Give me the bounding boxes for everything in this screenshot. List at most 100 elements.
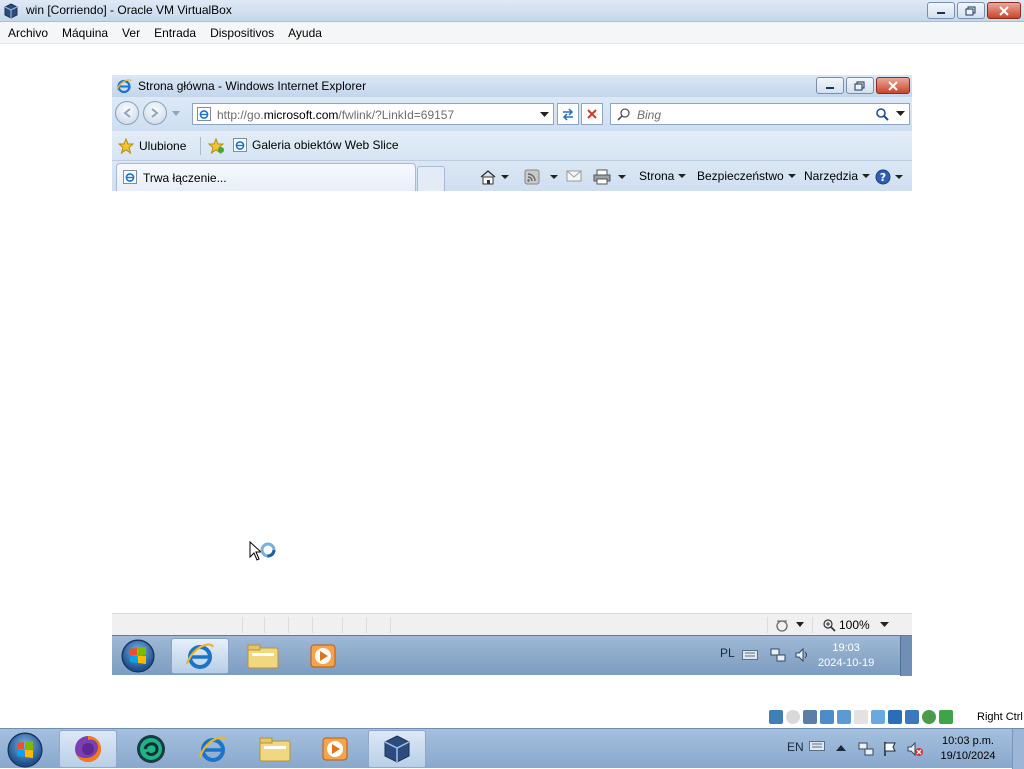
volume-icon[interactable] [794, 647, 810, 663]
ie-close-button[interactable] [876, 77, 910, 94]
compatibility-refresh-button[interactable] [557, 103, 579, 125]
close-icon [888, 80, 898, 91]
host-taskbar-windows-explorer[interactable] [246, 730, 304, 768]
host-taskbar-firefox[interactable] [59, 730, 117, 768]
zoom-control[interactable]: 100% [822, 618, 870, 632]
add-to-favorites-bar-icon[interactable] [208, 138, 226, 154]
hard-disk-icon[interactable] [769, 710, 783, 724]
status-cell [767, 617, 768, 633]
guest-clock[interactable]: 19:03 2024-10-19 [818, 641, 874, 671]
protected-mode-icon[interactable] [774, 617, 790, 633]
feeds-dropdown-icon[interactable] [550, 175, 558, 179]
display-icon[interactable] [871, 710, 885, 724]
chevron-down-icon [895, 175, 903, 179]
host-time: 10:03 p.m. [942, 735, 994, 747]
menu-ayuda[interactable]: Ayuda [282, 26, 328, 40]
volume-muted-icon[interactable] [906, 741, 924, 757]
optical-drive-icon[interactable] [786, 710, 800, 724]
web-slice-gallery-link[interactable]: Galeria obiektów Web Slice [233, 138, 399, 152]
address-url: http://go.microsoft.com/fwlink/?LinkId=6… [217, 108, 455, 122]
favorites-separator [200, 137, 201, 155]
action-center-flag-icon[interactable] [882, 741, 898, 757]
guest-screen[interactable]: Strona główna - Windows Internet Explore… [112, 75, 912, 676]
web-slice-gallery-label: Galeria obiektów Web Slice [252, 138, 399, 152]
tab-loading[interactable]: Trwa łączenie... [116, 163, 416, 191]
network-icon[interactable] [858, 741, 874, 757]
search-dropdown-icon[interactable] [896, 110, 905, 118]
home-dropdown-icon[interactable] [501, 175, 509, 179]
taskbar-media-player[interactable] [294, 638, 352, 674]
ie-navigation-bar: http://go.microsoft.com/fwlink/?LinkId=6… [112, 97, 912, 131]
forward-button[interactable] [143, 101, 167, 125]
host-language-indicator[interactable]: EN [787, 740, 804, 754]
menu-archivo[interactable]: Archivo [2, 26, 54, 40]
close-button[interactable] [987, 2, 1021, 19]
search-box[interactable]: Bing [610, 103, 910, 125]
ie-page-content[interactable] [112, 191, 912, 613]
print-button[interactable] [593, 169, 626, 185]
host-taskbar-virtualbox[interactable] [368, 730, 426, 768]
ie-minimize-button[interactable] [816, 77, 844, 94]
address-dropdown-icon[interactable] [540, 108, 549, 120]
keyboard-icon[interactable] [809, 741, 825, 751]
help-menu[interactable]: ? [875, 169, 903, 185]
history-dropdown-icon[interactable] [172, 111, 180, 117]
menu-dispositivos[interactable]: Dispositivos [204, 26, 280, 40]
address-bar[interactable]: http://go.microsoft.com/fwlink/?LinkId=6… [192, 103, 554, 125]
minimize-button[interactable] [927, 2, 955, 19]
network-adapter-icon[interactable] [820, 710, 834, 724]
guest-language-indicator[interactable]: PL [720, 646, 735, 660]
page-ie-icon [197, 107, 211, 121]
menu-entrada[interactable]: Entrada [148, 26, 202, 40]
mouse-integration-icon[interactable] [922, 710, 936, 724]
taskbar-windows-explorer[interactable] [234, 638, 292, 674]
chevron-down-icon [678, 174, 687, 178]
taskbar-internet-explorer[interactable] [171, 638, 229, 674]
host-show-desktop-button[interactable] [1012, 729, 1024, 769]
favorites-button[interactable]: Ulubione [118, 138, 186, 154]
stop-button[interactable] [581, 103, 603, 125]
green-circle-app-icon [137, 735, 165, 763]
shared-folders-icon[interactable] [854, 710, 868, 724]
print-dropdown-icon[interactable] [618, 175, 626, 179]
host-clock[interactable]: 10:03 p.m. 19/10/2024 [932, 734, 1004, 764]
ie-restore-button[interactable] [846, 77, 874, 94]
ie-status-bar: 100% [112, 613, 912, 635]
minimize-icon [937, 11, 945, 14]
protected-mode-dropdown-icon[interactable] [796, 622, 804, 628]
host-taskbar-internet-explorer[interactable] [184, 730, 242, 768]
start-orb-icon[interactable] [6, 731, 44, 769]
host-taskbar-media-player[interactable] [306, 730, 364, 768]
internet-explorer-icon [185, 643, 215, 669]
host-taskbar-green-app[interactable] [122, 730, 180, 768]
cpu-icon[interactable] [905, 710, 919, 724]
keyboard-icon[interactable] [742, 650, 758, 660]
menu-ver[interactable]: Ver [116, 26, 146, 40]
back-button[interactable] [115, 101, 139, 125]
zoom-magnifier-icon [823, 619, 836, 632]
search-go-icon[interactable] [875, 107, 889, 121]
guest-show-desktop-button[interactable] [900, 636, 912, 676]
tools-menu[interactable]: Narzędzia [804, 169, 871, 183]
home-icon [480, 170, 496, 185]
page-ie-icon [123, 170, 137, 184]
menu-maquina[interactable]: Máquina [56, 26, 114, 40]
host-key-icon[interactable] [939, 710, 953, 724]
page-menu[interactable]: Strona [639, 169, 687, 183]
usb-icon[interactable] [837, 710, 851, 724]
network-icon[interactable] [770, 647, 786, 663]
start-orb-icon[interactable] [120, 638, 156, 674]
restore-button[interactable] [957, 2, 985, 19]
video-capture-icon[interactable] [888, 710, 902, 724]
new-tab-button[interactable] [417, 166, 445, 191]
safety-menu[interactable]: Bezpieczeństwo [697, 169, 796, 183]
page-ie-icon [233, 138, 247, 152]
audio-icon[interactable] [803, 710, 817, 724]
vbox-status-bar: Right Ctrl [0, 706, 1024, 728]
zoom-dropdown-icon[interactable] [880, 622, 889, 628]
home-button[interactable] [479, 169, 509, 185]
status-cell [264, 617, 265, 633]
show-hidden-icons-icon[interactable] [836, 744, 846, 752]
feeds-button[interactable] [524, 169, 558, 185]
read-mail-button[interactable] [566, 169, 582, 183]
